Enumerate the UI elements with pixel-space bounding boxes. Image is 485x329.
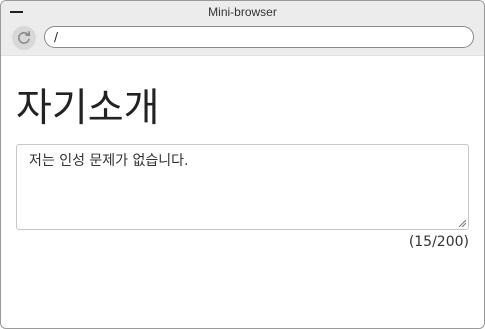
reload-button[interactable]	[12, 26, 36, 50]
address-bar[interactable]: /	[44, 26, 474, 48]
self-introduction-textarea[interactable]: 저는 인성 문제가 없습니다.	[16, 144, 469, 230]
page-title: 자기소개	[16, 86, 160, 131]
reload-icon	[18, 31, 31, 44]
window-title: Mini-browser	[208, 5, 277, 19]
textarea-text: 저는 인성 문제가 없습니다.	[29, 153, 189, 169]
browser-toolbar: /	[1, 23, 484, 56]
resize-grip-icon[interactable]	[458, 219, 466, 227]
browser-window: Mini-browser / 자기소개 저는 인성 문제가 없습니다. (15/…	[0, 0, 485, 329]
page-content: 자기소개 저는 인성 문제가 없습니다. (15/200)	[1, 56, 484, 250]
character-counter: (15/200)	[408, 234, 469, 250]
title-bar: Mini-browser	[1, 1, 484, 23]
